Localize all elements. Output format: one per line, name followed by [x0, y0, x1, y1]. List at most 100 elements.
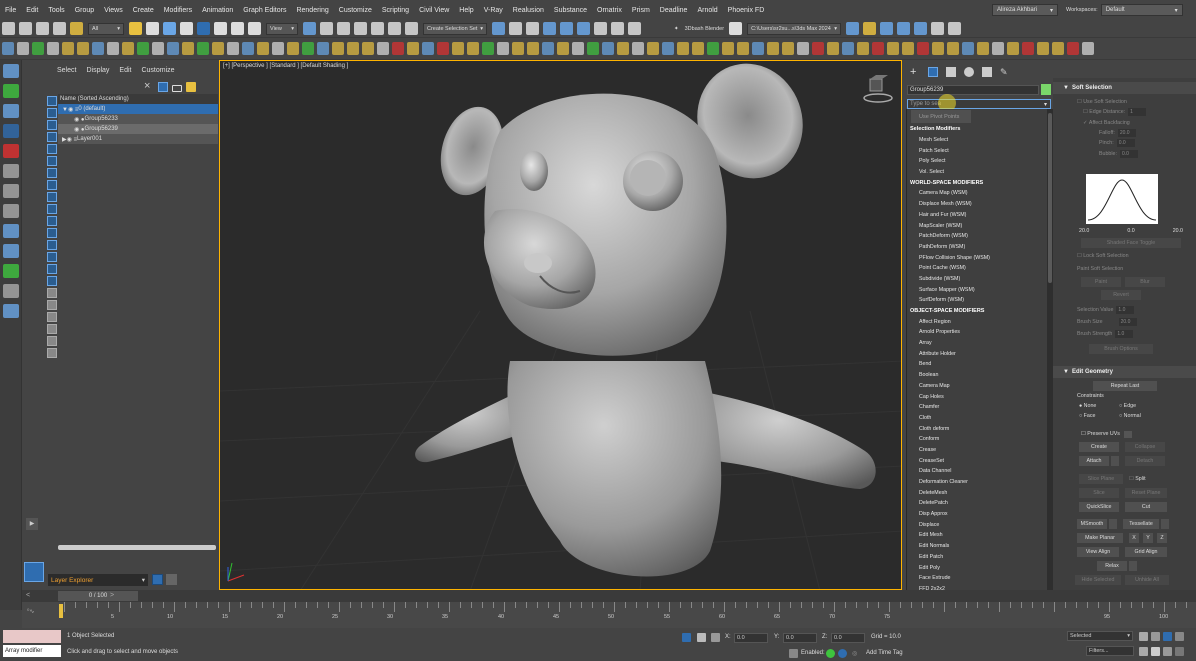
hierarchy-tab-icon[interactable]	[946, 67, 956, 77]
modifier-item-surfdeform-wsm[interactable]: SurfDeform (WSM)	[907, 295, 1047, 306]
modifier-item-mesh-select[interactable]: Mesh Select	[907, 135, 1047, 146]
hide-selected-button[interactable]: Hide Selected	[1075, 575, 1121, 585]
selection-filter-dropdown[interactable]: All ▾	[88, 22, 124, 35]
brush-size-spinner[interactable]: 20.0	[1118, 318, 1137, 327]
split-checkbox[interactable]: ☐ Split	[1129, 474, 1146, 484]
shelf-tool-icon[interactable]	[61, 42, 74, 55]
shaded-face-toggle-button[interactable]: Shaded Face Toggle	[1081, 238, 1181, 248]
shelf-tool-icon[interactable]	[526, 42, 539, 55]
shelf-tool-icon[interactable]	[361, 42, 374, 55]
se-row-layer001[interactable]: ▶◉ ≡ Layer001	[58, 134, 218, 144]
paint-button[interactable]: Paint	[1081, 277, 1121, 287]
modifier-item-edit-patch[interactable]: Edit Patch	[907, 552, 1047, 563]
relax-settings-icon[interactable]	[1129, 561, 1137, 571]
paint-tool-icon[interactable]	[3, 304, 19, 318]
modifier-item-surface-mapper-wsm[interactable]: Surface Mapper (WSM)	[907, 284, 1047, 295]
shelf-tool-icon[interactable]	[151, 42, 164, 55]
layer-explorer-dropdown[interactable]: Layer Explorer ▾	[48, 574, 148, 586]
shelf-tool-icon[interactable]	[376, 42, 389, 55]
zoom-extents-all-icon[interactable]	[1175, 632, 1184, 641]
affect-backfacing-checkbox[interactable]: ✓ Affect Backfacing	[1077, 118, 1192, 128]
shelf-tool-icon[interactable]	[331, 42, 344, 55]
undo-icon[interactable]	[2, 22, 15, 35]
hierarchy-icon[interactable]	[166, 574, 177, 585]
spinner-snap-icon[interactable]	[405, 22, 418, 35]
shelf-tool-icon[interactable]	[46, 42, 59, 55]
display-filter-icon[interactable]	[47, 348, 57, 358]
menu-civil-view[interactable]: Civil View	[414, 7, 454, 14]
shelf-tool-icon[interactable]	[766, 42, 779, 55]
modifier-item-patch-select[interactable]: Patch Select	[907, 145, 1047, 156]
y-coordinate-field[interactable]: 0.0	[783, 633, 817, 643]
lock-icon[interactable]	[172, 85, 182, 92]
modifier-search-input[interactable]: Type to sea ▾	[907, 99, 1051, 109]
shelf-tool-icon[interactable]	[256, 42, 269, 55]
menu-v-ray[interactable]: V-Ray	[479, 7, 508, 14]
expand-panel-icon[interactable]: ▶	[26, 518, 38, 530]
user-account-dropdown[interactable]: Alireza Akhbari ▾	[992, 4, 1058, 16]
select-rotate-icon[interactable]	[214, 22, 227, 35]
display-filter-icon[interactable]	[47, 252, 57, 262]
track-bar-filter-icon[interactable]: ⁰∿	[27, 608, 34, 615]
z-coordinate-field[interactable]: 0.0	[831, 633, 865, 643]
redo-icon[interactable]	[19, 22, 32, 35]
volume-icon[interactable]	[3, 204, 19, 218]
cut-button[interactable]: Cut	[1125, 502, 1167, 512]
zoom-extents-icon[interactable]	[1163, 632, 1172, 641]
shelf-tool-icon[interactable]	[1, 42, 14, 55]
menu-phoenix-fd[interactable]: Phoenix FD	[723, 7, 770, 14]
helper-icon[interactable]	[3, 284, 19, 298]
falloff-spinner[interactable]: 20.0	[1117, 129, 1136, 138]
unlink-icon[interactable]	[53, 22, 66, 35]
se-row-group56239[interactable]: ◉ ● Group56239	[58, 124, 218, 134]
time-tag-icon[interactable]	[838, 649, 847, 658]
shelf-tool-icon[interactable]	[481, 42, 494, 55]
pan-icon[interactable]	[1151, 647, 1160, 656]
shelf-tool-icon[interactable]	[706, 42, 719, 55]
shelf-tool-icon[interactable]	[541, 42, 554, 55]
shelf-tool-icon[interactable]	[976, 42, 989, 55]
render-setup-icon[interactable]	[611, 22, 624, 35]
rect-selection-icon[interactable]	[163, 22, 176, 35]
shelf-tool-icon[interactable]	[181, 42, 194, 55]
shelf-tool-icon[interactable]	[631, 42, 644, 55]
scroll-thumb[interactable]	[1048, 113, 1052, 283]
slice-plane-button[interactable]: Slice Plane	[1079, 474, 1123, 484]
menu-animation[interactable]: Animation	[197, 7, 238, 14]
display-filter-icon[interactable]	[47, 108, 57, 118]
window-crossing-icon[interactable]	[180, 22, 193, 35]
modifier-item-bend[interactable]: Bend	[907, 359, 1047, 370]
unhide-all-button[interactable]: Unhide All	[1125, 575, 1169, 585]
shelf-tool-icon[interactable]	[451, 42, 464, 55]
tessellate-settings-icon[interactable]	[1161, 519, 1169, 529]
shelf-tool-icon[interactable]	[886, 42, 899, 55]
relax-button[interactable]: Relax	[1097, 561, 1127, 571]
select-place-icon[interactable]	[248, 22, 261, 35]
display-filter-icon[interactable]	[47, 276, 57, 286]
grid-tool-icon[interactable]	[3, 224, 19, 238]
attach-settings-icon[interactable]	[1111, 456, 1119, 466]
constraint-face-radio[interactable]: ○ Face	[1079, 411, 1095, 421]
menu-substance[interactable]: Substance	[549, 7, 592, 14]
mirror-icon[interactable]	[492, 22, 505, 35]
time-cursor[interactable]	[59, 604, 63, 618]
shelf-tool-icon[interactable]	[556, 42, 569, 55]
modifier-item-patchdeform-wsm[interactable]: PatchDeform (WSM)	[907, 231, 1047, 242]
shelf-tool-icon[interactable]	[1021, 42, 1034, 55]
curve-editor-icon[interactable]	[560, 22, 573, 35]
blender-bridge-label[interactable]: 3Dbash Blender	[685, 26, 724, 32]
modify-tool-icon[interactable]	[3, 124, 19, 138]
planar-z-button[interactable]: Z	[1157, 533, 1167, 543]
modifier-item-cloth[interactable]: Cloth	[907, 413, 1047, 424]
constraint-normal-radio[interactable]: ○ Normal	[1119, 411, 1141, 421]
layer-explorer-toggle-icon[interactable]	[24, 562, 44, 582]
shelf-tool-icon[interactable]	[991, 42, 1004, 55]
shelf-tool-icon[interactable]	[391, 42, 404, 55]
perspective-viewport[interactable]: [+] [Perspective ] [Standard ] [Default …	[219, 60, 902, 590]
shelf-tool-icon[interactable]	[946, 42, 959, 55]
brush-strength-spinner[interactable]: 1.0	[1115, 330, 1134, 339]
modifier-item-mapscaler-wsm[interactable]: MapScaler (WSM)	[907, 220, 1047, 231]
particle-icon[interactable]	[3, 264, 19, 278]
modifier-item-pathdeform-wsm[interactable]: PathDeform (WSM)	[907, 242, 1047, 253]
shelf-tool-icon[interactable]	[1006, 42, 1019, 55]
